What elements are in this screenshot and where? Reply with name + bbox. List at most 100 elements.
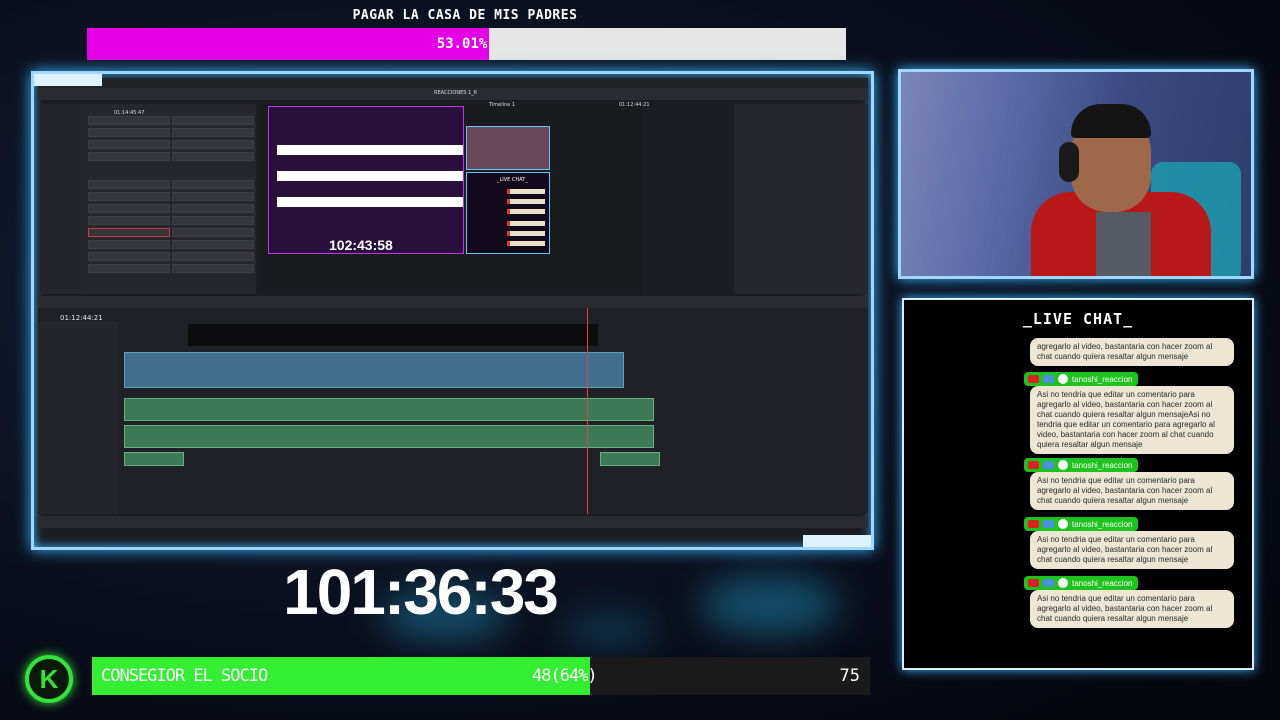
top-goal-progress-bar: 53.01% — [87, 28, 846, 60]
effects-library-panel — [84, 104, 256, 294]
bottom-goal-progress-label: 48(64%) — [532, 666, 598, 686]
webcam-frame — [898, 69, 1254, 279]
chat-username[interactable]: tanoshi_reaccion — [1072, 579, 1132, 588]
overlay-clip[interactable] — [188, 324, 598, 346]
effect-item — [88, 240, 170, 249]
preview-chat-bubble — [507, 241, 545, 246]
face-badge-icon — [1058, 460, 1068, 470]
chat-message-text: Asi no tendria que editar un comentario … — [1030, 590, 1234, 628]
effect-item — [172, 228, 254, 237]
preview-bar — [277, 171, 463, 181]
effect-item — [88, 228, 170, 237]
chat-message-text: Asi no tendria que editar un comentario … — [1030, 386, 1234, 454]
chat-message-header: tanoshi_reaccion — [1024, 517, 1139, 531]
timeline[interactable] — [38, 308, 868, 514]
camera-badge-icon — [1028, 520, 1039, 528]
background-glow — [560, 610, 660, 650]
effect-item — [88, 128, 170, 137]
effect-item — [88, 192, 170, 201]
effect-item — [172, 240, 254, 249]
chat-message-header: tanoshi_reaccion — [1024, 576, 1139, 590]
effect-item — [172, 140, 254, 149]
preview-webcam — [466, 126, 550, 170]
group-badge-icon — [1043, 520, 1054, 528]
preview-chat-bubble — [507, 189, 545, 194]
viewer-timecode-right: 01:12:44:21 — [619, 102, 650, 108]
preview-chat-title: _LIVE CHAT_ — [497, 177, 528, 183]
editor-viewer: 102:43:58 _LIVE CHAT_ — [260, 104, 642, 294]
screen-capture-frame: 102:43:58 _LIVE CHAT_ REACCIONES 1_6 Tim… — [31, 71, 874, 550]
bottom-goal-label: CONSEGIOR EL SOCIO — [101, 666, 268, 686]
stream-timer: 101:36:33 — [283, 556, 559, 628]
track-headers — [38, 322, 118, 514]
timeline-name[interactable]: Timeline 1 — [489, 102, 515, 108]
preview-bar — [277, 197, 463, 207]
effect-item — [172, 216, 254, 225]
effect-item — [88, 204, 170, 213]
video-clip[interactable] — [124, 352, 624, 388]
live-chat-title: _LIVE CHAT_ — [1022, 310, 1134, 328]
inspector-panel — [734, 104, 868, 294]
webcam-person-shirt — [1096, 212, 1151, 276]
face-badge-icon — [1058, 519, 1068, 529]
preview-chat: _LIVE CHAT_ — [466, 172, 550, 254]
effect-item — [88, 216, 170, 225]
timeline-playhead[interactable] — [587, 308, 588, 514]
effect-item — [172, 180, 254, 189]
group-badge-icon — [1043, 461, 1054, 469]
camera-badge-icon — [1028, 461, 1039, 469]
viewer-timecode-left: 01:14:45:47 — [114, 110, 145, 116]
preview-chat-bubble — [507, 209, 545, 214]
preview-chat-bubble — [507, 199, 545, 204]
preview-bar — [277, 145, 463, 155]
timeline-timecode: 01:12:44:21 — [60, 314, 103, 322]
effect-item — [88, 180, 170, 189]
bottom-goal-target: 75 — [839, 666, 860, 686]
editor-page-bar — [38, 516, 868, 528]
group-badge-icon — [1043, 579, 1054, 587]
effect-item — [172, 192, 254, 201]
effect-item — [172, 204, 254, 213]
chat-username[interactable]: tanoshi_reaccion — [1072, 520, 1132, 529]
chat-message-text: agregarlo al video, bastantaria con hace… — [1030, 338, 1234, 366]
headphones-icon — [1059, 142, 1079, 182]
frame-corner — [803, 535, 871, 547]
effect-item — [88, 116, 170, 125]
effect-item — [172, 116, 254, 125]
timeline-toolbar — [38, 296, 868, 308]
preview-timer: 102:43:58 — [329, 237, 393, 253]
preview-chat-bubble — [507, 221, 545, 226]
viewer-title: REACCIONES 1_6 — [434, 90, 477, 96]
effect-item — [172, 152, 254, 161]
effects-category-list — [40, 104, 84, 294]
group-badge-icon — [1043, 375, 1054, 383]
effect-item — [172, 128, 254, 137]
audio-clip[interactable] — [124, 452, 184, 466]
preview-chat-bubble — [507, 231, 545, 236]
top-goal-title: PAGAR LA CASA DE MIS PADRES — [352, 8, 578, 23]
viewer-preview-overlay: 102:43:58 — [268, 106, 464, 254]
audio-clip[interactable] — [600, 452, 660, 466]
effect-item — [88, 252, 170, 261]
audio-clip[interactable] — [124, 425, 654, 448]
bottom-goal-progress-bar: CONSEGIOR EL SOCIO 48(64%) 75 — [92, 657, 870, 695]
kick-logo-icon: K — [25, 655, 73, 703]
chat-message-text: Asi no tendria que editar un comentario … — [1030, 472, 1234, 510]
effect-item — [88, 264, 170, 273]
top-goal-percent: 53.01% — [436, 36, 488, 52]
effect-item — [172, 264, 254, 273]
chat-username[interactable]: tanoshi_reaccion — [1072, 375, 1132, 384]
chat-message-header: tanoshi_reaccion — [1024, 372, 1139, 386]
camera-badge-icon — [1028, 375, 1039, 383]
audio-clip[interactable] — [124, 398, 654, 421]
live-chat-panel: _LIVE CHAT_ agregarlo al video, bastanta… — [902, 298, 1254, 670]
camera-badge-icon — [1028, 579, 1039, 587]
webcam-person-hair — [1071, 104, 1151, 138]
chat-username[interactable]: tanoshi_reaccion — [1072, 461, 1132, 470]
face-badge-icon — [1058, 374, 1068, 384]
face-badge-icon — [1058, 578, 1068, 588]
effect-item — [172, 252, 254, 261]
chat-message-text: Asi no tendria que editar un comentario … — [1030, 531, 1234, 569]
effect-item — [88, 140, 170, 149]
effect-item — [88, 152, 170, 161]
